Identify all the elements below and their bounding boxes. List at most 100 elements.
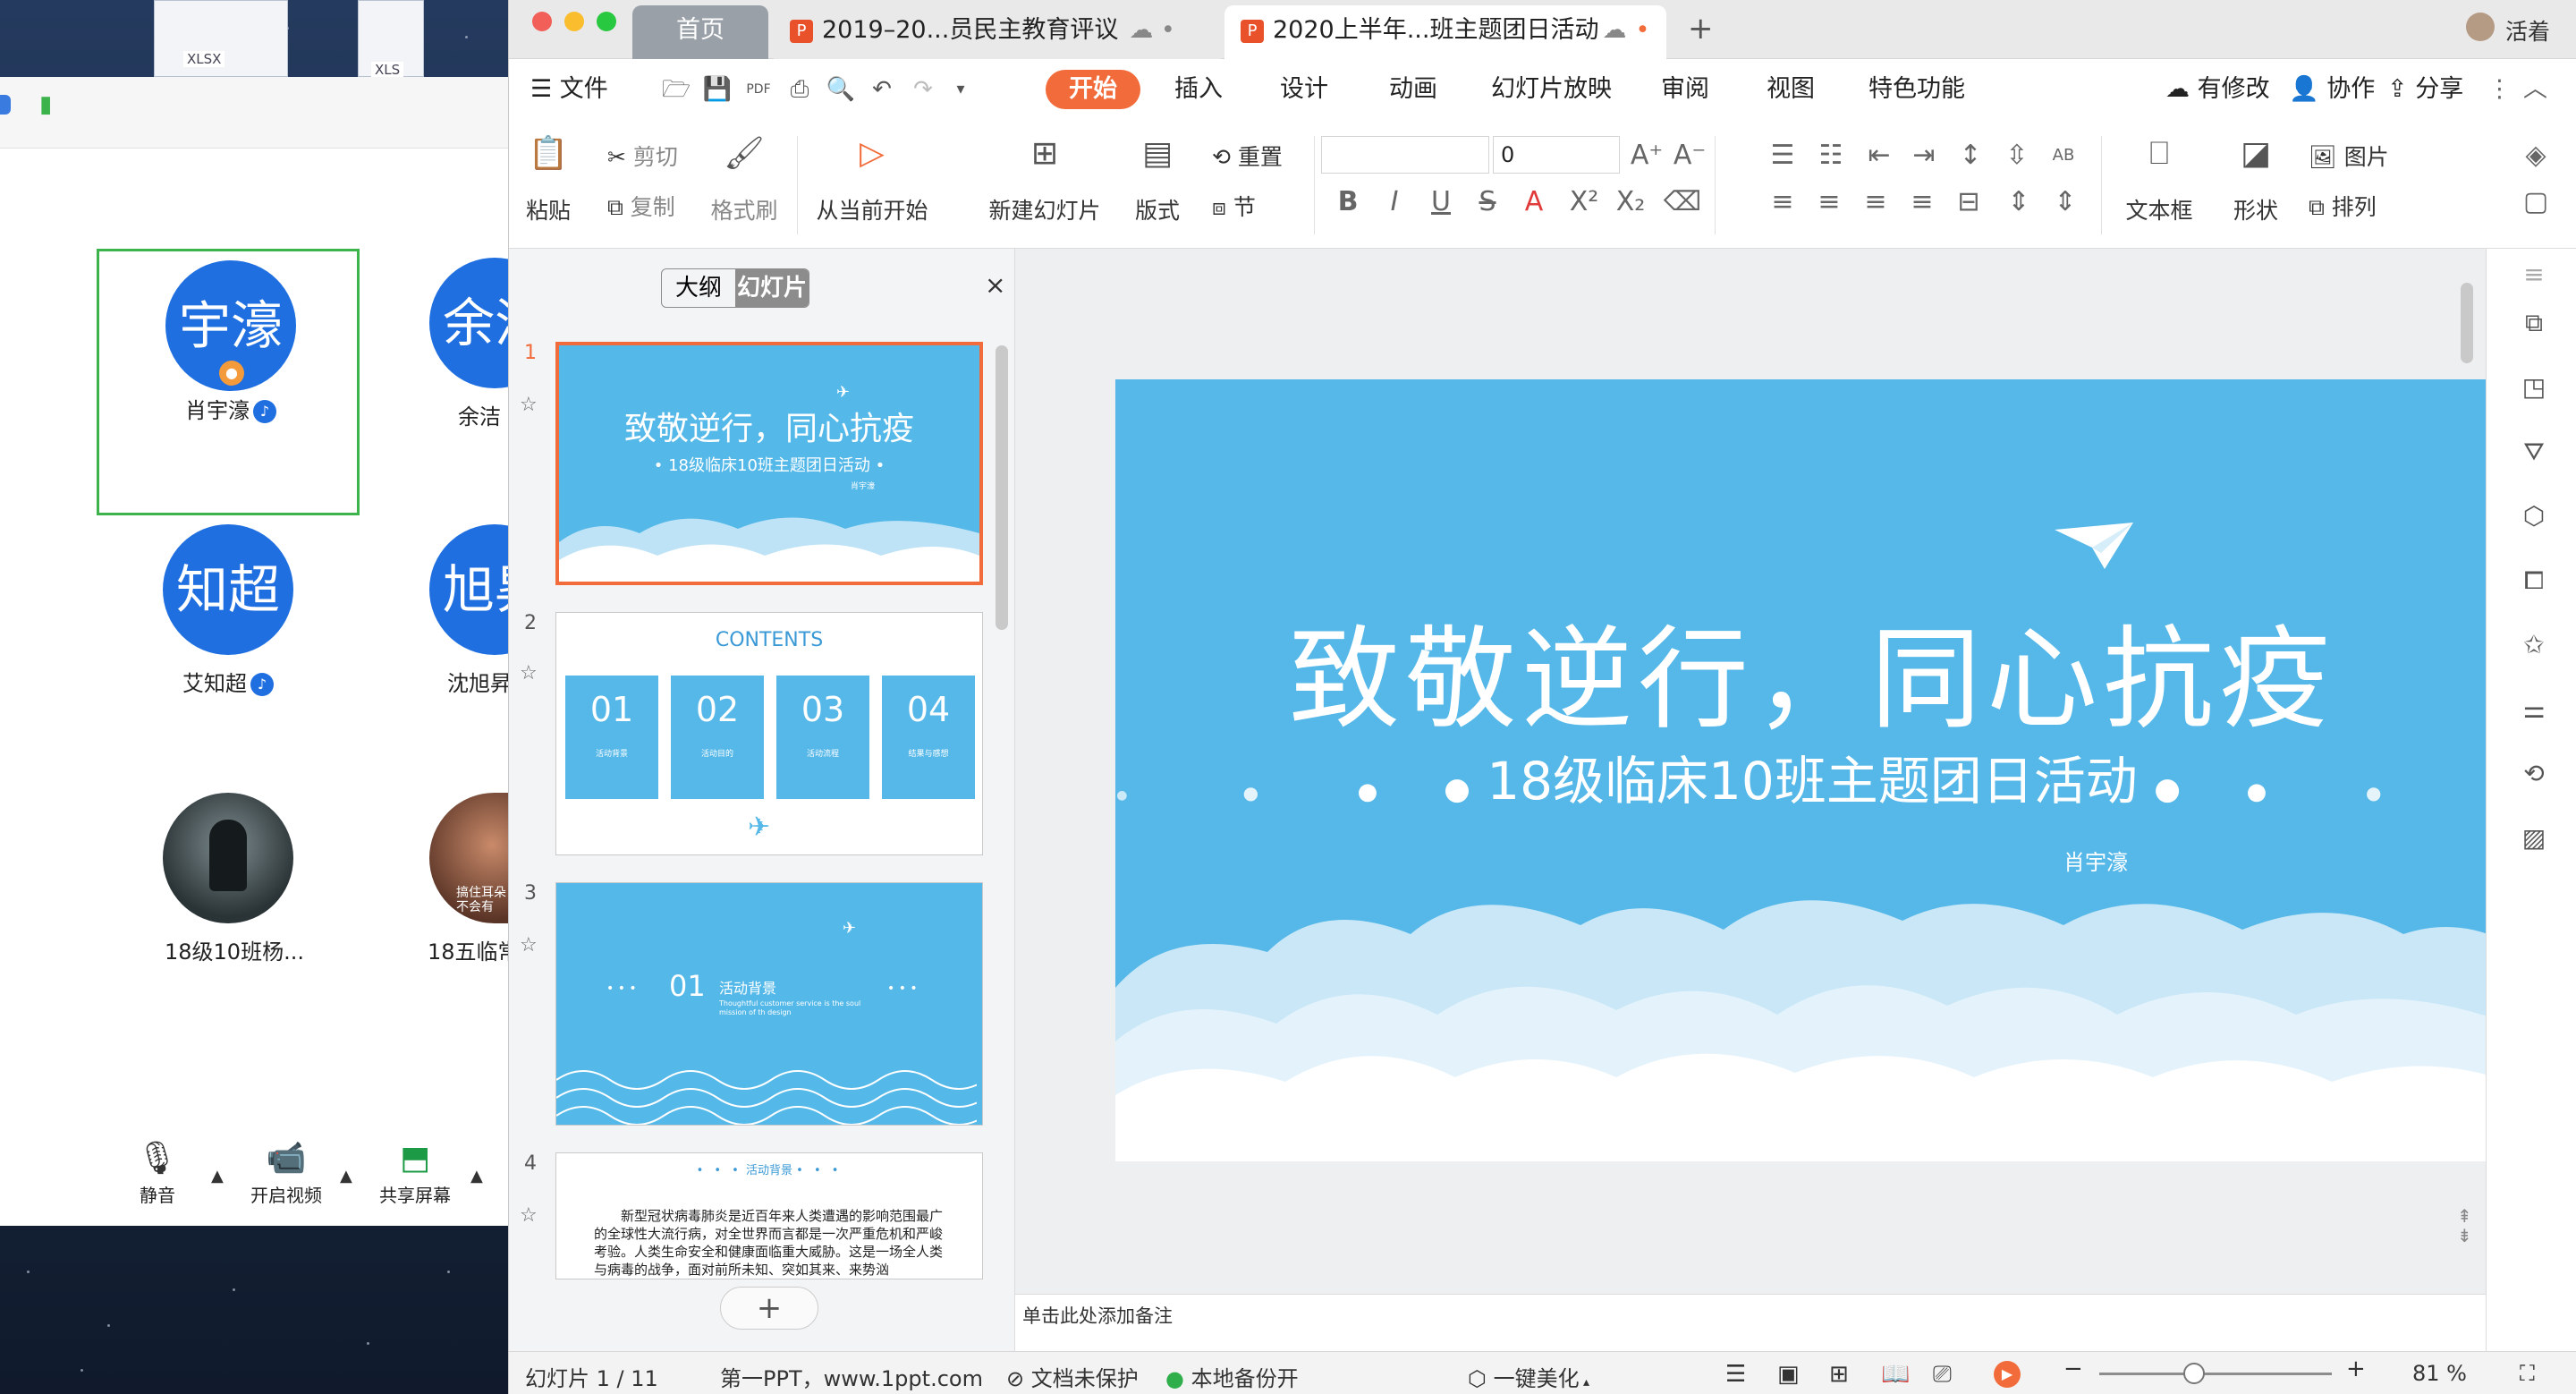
more-icon[interactable]: ⋮: [2487, 72, 2512, 107]
section-button[interactable]: ⧈ 节: [1212, 190, 1256, 222]
tab-view[interactable]: 视图: [1767, 72, 1815, 107]
numbered-list-icon[interactable]: ☷: [1811, 136, 1851, 175]
user-name[interactable]: 活着: [2505, 14, 2550, 47]
print-preview-icon[interactable]: 🔍: [826, 73, 856, 106]
reset-button[interactable]: ⟲ 重置: [1212, 140, 1283, 172]
text-direction-icon[interactable]: AB: [2044, 136, 2083, 175]
font-family-select[interactable]: [1321, 136, 1489, 174]
fill-icon[interactable]: ◈: [2516, 136, 2555, 175]
current-slide[interactable]: 致敬逆行，同心抗疫 ● ● ● ● 18级临床10班主题团日活动 ● ● ● ●…: [1115, 379, 2509, 1161]
format-painter-button[interactable]: 🖌 格式刷: [704, 134, 784, 225]
open-icon[interactable]: 🗁: [661, 73, 691, 106]
subscript-icon[interactable]: X₂: [1611, 183, 1650, 222]
font-size-select[interactable]: 0: [1493, 136, 1620, 174]
settings-sliders-icon[interactable]: ⚌: [2519, 694, 2549, 725]
redo-icon[interactable]: ↷: [908, 73, 938, 106]
tab-doc1[interactable]: P 2019–20...员民主教育评议 ☁ •: [774, 5, 1221, 59]
file-menu[interactable]: ☰ 文件: [530, 72, 608, 107]
new-tab-button[interactable]: +: [1688, 11, 1714, 47]
zoom-out-icon[interactable]: −: [2063, 1356, 2083, 1382]
increase-font-icon[interactable]: A⁺: [1627, 136, 1666, 175]
presenter-view-icon[interactable]: ⎚: [1933, 1361, 1952, 1389]
cut-button[interactable]: ✂ 剪切: [607, 140, 678, 172]
align-center-icon[interactable]: ≡: [1809, 183, 1849, 222]
tab-slideshow[interactable]: 幻灯片放映: [1491, 72, 1612, 107]
superscript-icon[interactable]: X²: [1564, 183, 1604, 222]
line-spacing-icon[interactable]: ⇳: [1997, 136, 2037, 175]
scroll-arrows-icon[interactable]: ⇞ ⇟: [2457, 1206, 2472, 1245]
desktop-file-xlsx[interactable]: XLSX: [154, 0, 288, 77]
animation-icon[interactable]: ✩: [2519, 630, 2549, 660]
participant-tile-active[interactable]: 宇濠 ● 肖宇濠 ♪: [97, 249, 360, 515]
slide-title[interactable]: 致敬逆行，同心抗疫: [1115, 589, 2509, 750]
add-slide-button[interactable]: +: [720, 1287, 818, 1330]
copy-button[interactable]: ⧉ 复制: [607, 190, 675, 222]
paragraph-spacing-icon[interactable]: ⇕: [1999, 183, 2038, 222]
library-icon[interactable]: ⧠: [2519, 565, 2549, 596]
increase-indent-icon[interactable]: ⇥: [1904, 136, 1944, 175]
layout-button[interactable]: ▤ 版式: [1126, 134, 1189, 225]
undo-icon[interactable]: ↶: [867, 73, 897, 106]
zoom-slider[interactable]: [2099, 1373, 2332, 1375]
play-slideshow-icon[interactable]: ▶: [1994, 1361, 2021, 1388]
reading-view-icon[interactable]: 📖: [1881, 1361, 1910, 1388]
template-icon[interactable]: ⧉: [2519, 308, 2549, 338]
textbox-button[interactable]: ⎕ 文本框: [2110, 134, 2208, 225]
mute-options-arrow[interactable]: ▲: [211, 1167, 224, 1186]
tab-slides[interactable]: 幻灯片: [735, 269, 809, 307]
align-left-icon[interactable]: ≡: [1763, 183, 1802, 222]
bullet-list-icon[interactable]: ☰: [1763, 136, 1802, 175]
shape-button[interactable]: ◪ 形状: [2216, 134, 2296, 225]
signal-icon[interactable]: ▮: [39, 91, 66, 118]
notes-toggle-icon[interactable]: ☰: [1725, 1361, 1746, 1388]
export-pdf-icon[interactable]: PDF: [743, 73, 774, 106]
local-backup[interactable]: ● 本地备份开: [1165, 1361, 1299, 1392]
italic-icon[interactable]: I: [1375, 183, 1414, 222]
canvas-scrollbar[interactable]: [2461, 283, 2473, 363]
slide-author[interactable]: 肖宇濠: [2063, 845, 2128, 876]
user-avatar[interactable]: [2466, 13, 2495, 41]
video-button[interactable]: 📹 开启视频: [224, 1136, 349, 1207]
tab-review[interactable]: 审阅: [1661, 72, 1709, 107]
close-window-icon[interactable]: [532, 12, 552, 31]
tab-start[interactable]: 开始: [1046, 70, 1140, 109]
history-icon[interactable]: ⟲: [2519, 759, 2549, 789]
quick-access-dropdown-icon[interactable]: ▾: [945, 73, 976, 106]
slide-thumb-2[interactable]: CONTENTS 01 活动背景 02 活动目的 03 活动流程 04 结果与感…: [555, 612, 983, 855]
arrange-button[interactable]: ⧉ 排列: [2309, 190, 2377, 222]
slide-thumb-3[interactable]: ✈ • • • 01 活动背景 Thoughtful customer serv…: [555, 882, 983, 1126]
font-color-icon[interactable]: A: [1514, 183, 1554, 222]
tab-doc2[interactable]: P 2020上半年...班主题团日活动 ☁ •: [1224, 5, 1666, 59]
tab-animation[interactable]: 动画: [1389, 72, 1437, 107]
desktop-file-xls[interactable]: XLS: [358, 0, 424, 78]
one-click-beautify[interactable]: ⬡ 一键美化 ▴: [1468, 1361, 1589, 1392]
share-button[interactable]: ⇪ 分享: [2387, 72, 2463, 107]
share-options-arrow[interactable]: ▲: [470, 1167, 483, 1186]
style-icon[interactable]: ⛛: [2519, 437, 2549, 467]
new-slide-button[interactable]: ⊞ 新建幻灯片: [978, 134, 1112, 225]
align-right-icon[interactable]: ≡: [1856, 183, 1895, 222]
decrease-font-icon[interactable]: A⁻: [1670, 136, 1709, 175]
collapse-ribbon-icon[interactable]: ︿: [2523, 72, 2547, 107]
tab-home[interactable]: 首页: [632, 5, 768, 59]
zoom-in-icon[interactable]: +: [2346, 1356, 2366, 1382]
print-icon[interactable]: ⎙: [784, 73, 815, 106]
justify-icon[interactable]: ≡: [1902, 183, 1942, 222]
tab-design[interactable]: 设计: [1280, 72, 1328, 107]
zoom-level[interactable]: 81 %: [2412, 1361, 2467, 1386]
mute-button[interactable]: 🎙 静音: [95, 1136, 220, 1207]
panel-scrollbar[interactable]: [996, 345, 1008, 630]
underline-icon[interactable]: U: [1421, 183, 1461, 222]
slide-thumb-4[interactable]: • • • 活动背景 • • • 新型冠状病毒肺炎是近百年来人类遭遇的影响范围最…: [555, 1152, 983, 1279]
normal-view-icon[interactable]: ▣: [1777, 1361, 1800, 1388]
maximize-window-icon[interactable]: [597, 12, 616, 31]
share-screen-button[interactable]: ⬒ 共享屏幕: [352, 1136, 478, 1207]
notes-placeholder[interactable]: 单击此处添加备注: [1022, 1302, 1173, 1329]
column-icon[interactable]: ⇕: [2046, 183, 2085, 222]
minimize-window-icon[interactable]: [564, 12, 584, 31]
strikethrough-icon[interactable]: S: [1468, 183, 1507, 222]
image-tools-icon[interactable]: ▨: [2519, 823, 2549, 854]
slide-thumb-1[interactable]: ✈ 致敬逆行，同心抗疫 • 18级临床10班主题团日活动 • 肖宇濠: [555, 342, 983, 585]
video-options-arrow[interactable]: ▲: [340, 1167, 352, 1186]
paste-button[interactable]: 📋 粘贴: [521, 134, 575, 225]
